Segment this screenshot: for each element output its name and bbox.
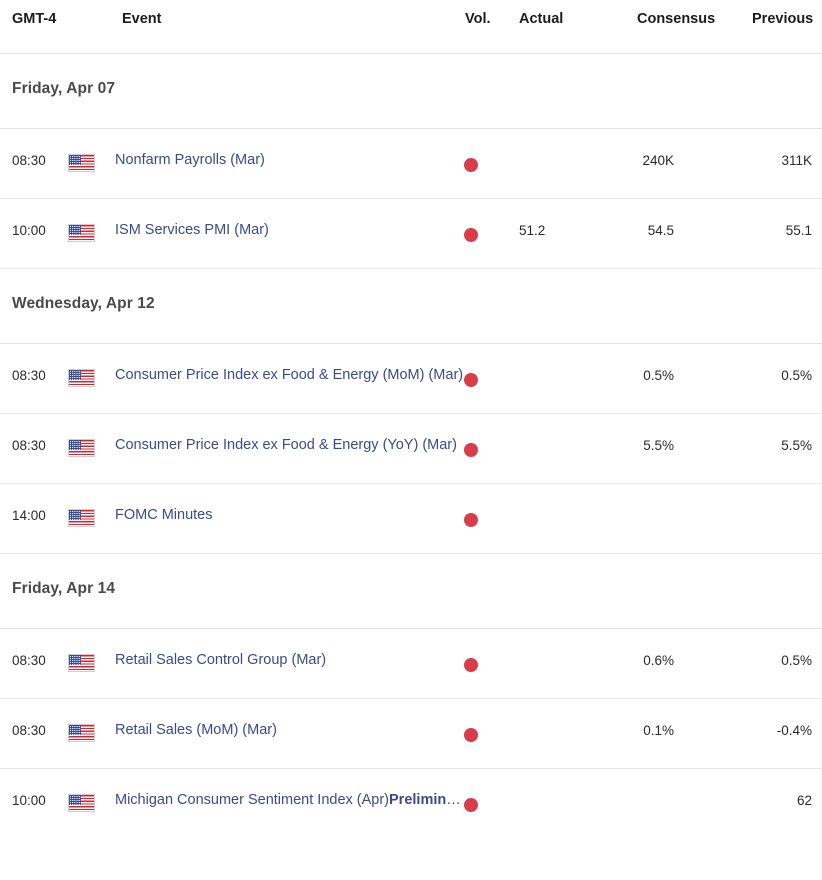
event-time: 08:30 — [12, 368, 46, 383]
event-name-text: Michigan Consumer Sentiment Index (Apr) — [115, 792, 390, 808]
volatility-dot-icon — [464, 513, 478, 527]
event-previous-value: -0.4% — [776, 723, 812, 738]
table-row[interactable]: 08:30 Consumer Price Index ex Food & Ener… — [0, 344, 822, 414]
event-time: 08:30 — [12, 653, 46, 668]
event-name-link[interactable]: Consumer Price Index ex Food & Energy (M… — [115, 367, 463, 383]
event-name-text: Consumer Price Index ex Food & Energy (M… — [115, 367, 464, 383]
us-flag-icon — [68, 224, 95, 242]
event-name-text: Consumer Price Index ex Food & Energy (Y… — [115, 437, 457, 453]
flag-canton — [69, 795, 81, 805]
calendar-body: Friday, Apr 07 08:30 Nonfarm Payrolls (Mar… — [0, 54, 822, 839]
event-consensus-value: 5.5% — [643, 438, 674, 453]
volatility-dot-icon — [464, 728, 478, 742]
flag-canton — [69, 510, 81, 520]
event-previous-value: 5.5% — [781, 438, 812, 453]
flag-canton — [69, 370, 81, 380]
column-header-event: Event — [122, 11, 162, 27]
event-consensus-value: 0.6% — [643, 653, 674, 668]
table-row[interactable]: 08:30 Retail Sales Control Group (Mar) 0.6… — [0, 629, 822, 699]
event-consensus-value: 0.1% — [643, 723, 674, 738]
date-group-header: Wednesday, Apr 12 — [0, 269, 822, 344]
event-time: 08:30 — [12, 153, 46, 168]
calendar-header-row: GMT-4 Event Vol. Actual Consensus Previo… — [0, 0, 822, 54]
column-header-volatility: Vol. — [465, 11, 491, 27]
us-flag-icon — [68, 654, 95, 672]
date-group-header: Friday, Apr 07 — [0, 54, 822, 129]
event-consensus-value: 240K — [642, 153, 674, 168]
event-name-link[interactable]: Nonfarm Payrolls (Mar) — [115, 152, 265, 168]
event-name-link[interactable]: Michigan Consumer Sentiment Index (Apr)P… — [115, 792, 467, 808]
event-name-text: Nonfarm Payrolls (Mar) — [115, 152, 265, 168]
date-group-header: Friday, Apr 14 — [0, 554, 822, 629]
us-flag-icon — [68, 794, 95, 812]
event-previous-value: 55.1 — [785, 223, 812, 238]
volatility-dot-icon — [464, 658, 478, 672]
event-consensus-value: 0.5% — [643, 368, 674, 383]
event-previous-value: 62 — [796, 793, 812, 808]
table-row[interactable]: 08:30 Nonfarm Payrolls (Mar) 240K 311K — [0, 129, 822, 199]
volatility-dot-icon — [464, 373, 478, 387]
event-name-link[interactable]: ISM Services PMI (Mar) — [115, 222, 269, 238]
table-row[interactable]: 10:00 Michigan Consumer Sentiment Index (… — [0, 769, 822, 839]
flag-canton — [69, 155, 81, 165]
us-flag-icon — [68, 724, 95, 742]
flag-canton — [69, 725, 81, 735]
event-name-text: FOMC Minutes — [115, 507, 213, 523]
event-time: 10:00 — [12, 793, 46, 808]
event-preliminary-tag: Preliminary — [389, 792, 467, 808]
flag-canton — [69, 440, 81, 450]
volatility-dot-icon — [464, 158, 478, 172]
flag-canton — [69, 655, 81, 665]
column-header-actual: Actual — [519, 11, 564, 27]
event-actual-value: 51.2 — [519, 223, 546, 238]
event-time: 08:30 — [12, 723, 46, 738]
event-name-link[interactable]: Retail Sales (MoM) (Mar) — [115, 722, 277, 738]
table-row[interactable]: 08:30 Consumer Price Index ex Food & Ener… — [0, 414, 822, 484]
event-name-link[interactable]: Retail Sales Control Group (Mar) — [115, 652, 326, 668]
us-flag-icon — [68, 154, 95, 172]
event-previous-value: 311K — [781, 153, 812, 168]
date-group-label: Friday, Apr 14 — [12, 580, 116, 597]
event-previous-value: 0.5% — [781, 653, 812, 668]
event-name-text: ISM Services PMI (Mar) — [115, 222, 269, 238]
date-group-label: Wednesday, Apr 12 — [12, 295, 155, 312]
volatility-dot-icon — [464, 798, 478, 812]
volatility-dot-icon — [464, 443, 478, 457]
event-previous-value: 0.5% — [781, 368, 812, 383]
event-time: 14:00 — [12, 508, 46, 523]
us-flag-icon — [68, 439, 95, 457]
column-header-previous: Previous — [752, 11, 814, 27]
event-time: 10:00 — [12, 223, 46, 238]
economic-calendar: GMT-4 Event Vol. Actual Consensus Previo… — [0, 0, 822, 839]
flag-canton — [69, 225, 81, 235]
event-name-text: Retail Sales (MoM) (Mar) — [115, 722, 277, 738]
table-row[interactable]: 14:00 FOMC Minutes — [0, 484, 822, 554]
column-header-consensus: Consensus — [637, 11, 716, 27]
event-consensus-value: 54.5 — [647, 223, 674, 238]
table-row[interactable]: 08:30 Retail Sales (MoM) (Mar) 0.1% -0.4% — [0, 699, 822, 769]
column-header-timezone: GMT-4 — [12, 11, 57, 27]
event-name-link[interactable]: FOMC Minutes — [115, 507, 213, 523]
volatility-dot-icon — [464, 228, 478, 242]
table-row[interactable]: 10:00 ISM Services PMI (Mar) 51.2 54.5 55.1 — [0, 199, 822, 269]
us-flag-icon — [68, 509, 95, 527]
event-time: 08:30 — [12, 438, 46, 453]
us-flag-icon — [68, 369, 95, 387]
date-group-label: Friday, Apr 07 — [12, 80, 116, 97]
event-name-link[interactable]: Consumer Price Index ex Food & Energy (Y… — [115, 437, 457, 453]
event-name-text: Retail Sales Control Group (Mar) — [115, 652, 327, 668]
